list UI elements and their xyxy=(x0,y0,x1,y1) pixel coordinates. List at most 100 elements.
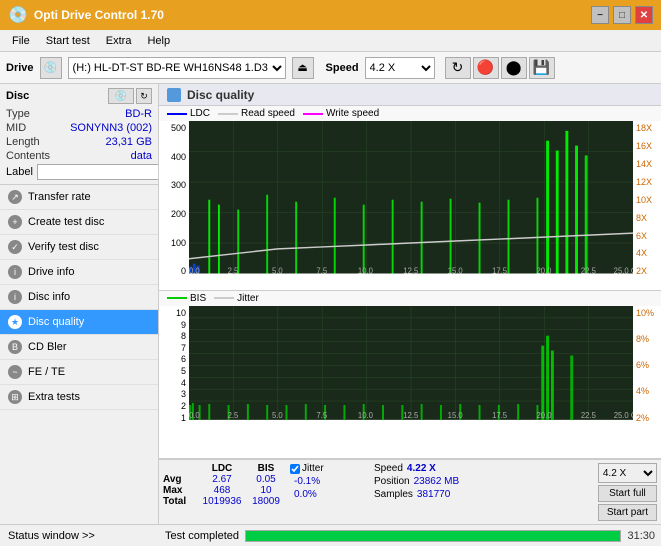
jitter-check-row: Jitter xyxy=(290,463,370,474)
sidebar-item-disc-info[interactable]: i Disc info xyxy=(0,285,158,310)
sidebar: Disc 💿 ↻ Type BD-R MID SONYNN3 (002) Len… xyxy=(0,84,159,524)
legend-jitter: Jitter xyxy=(214,293,259,304)
lower-y-axis-right: 10% 8% 6% 4% 2% xyxy=(633,306,661,425)
lower-chart-container: BIS Jitter 10 9 8 7 6 5 4 xyxy=(159,291,661,459)
stats-table: LDC BIS Avg 2.67 0.05 Max 468 10 Total xyxy=(163,463,286,507)
legend-ldc: LDC xyxy=(167,108,210,119)
sidebar-item-extra-tests[interactable]: ⊞ Extra tests xyxy=(0,385,158,410)
bis-color xyxy=(167,297,187,299)
sidebar-item-verify-test-disc[interactable]: ✓ Verify test disc xyxy=(0,235,158,260)
drivebar: Drive 💿 (H:) HL-DT-ST BD-RE WH16NS48 1.D… xyxy=(0,52,661,84)
speed-select[interactable]: 4.2 X xyxy=(365,57,435,79)
sidebar-item-drive-info[interactable]: i Drive info xyxy=(0,260,158,285)
dq-header-icon xyxy=(167,88,181,102)
quality-speed-select[interactable]: 4.2 X xyxy=(598,463,657,483)
charts-area: LDC Read speed Write speed 500 400 xyxy=(159,106,661,524)
svg-text:17.5: 17.5 xyxy=(492,411,508,420)
disc-refresh-btn[interactable]: ↻ xyxy=(136,88,152,104)
stats-bar: LDC BIS Avg 2.67 0.05 Max 468 10 Total xyxy=(159,459,661,524)
disc-length-row: Length 23,31 GB xyxy=(6,136,152,148)
statusbar: Status window >> Test completed 31:30 xyxy=(0,524,661,546)
total-label: Total xyxy=(163,496,198,507)
avg-ldc: 2.67 xyxy=(198,474,246,485)
svg-text:12.5: 12.5 xyxy=(403,411,419,420)
drive-select[interactable]: (H:) HL-DT-ST BD-RE WH16NS48 1.D3 xyxy=(68,57,286,79)
toolbar-btn-save[interactable]: 💾 xyxy=(529,57,555,79)
svg-text:25.0 GB: 25.0 GB xyxy=(614,266,633,275)
avg-bis: 0.05 xyxy=(246,474,286,485)
extra-tests-icon: ⊞ xyxy=(8,390,22,404)
disc-info-icon: i xyxy=(8,290,22,304)
sidebar-item-transfer-rate[interactable]: ↗ Transfer rate xyxy=(0,185,158,210)
menu-start-test[interactable]: Start test xyxy=(38,33,98,49)
sidebar-item-create-test-disc[interactable]: + Create test disc xyxy=(0,210,158,235)
start-full-button[interactable]: Start full xyxy=(598,485,657,502)
status-window-btn[interactable]: Status window >> xyxy=(0,530,159,542)
jitter-color xyxy=(214,297,234,299)
avg-label: Avg xyxy=(163,474,198,485)
disc-type-row: Type BD-R xyxy=(6,108,152,120)
maximize-button[interactable]: □ xyxy=(613,6,631,24)
legend-bis: BIS xyxy=(167,293,206,304)
total-ldc: 1019936 xyxy=(198,496,246,507)
toolbar-buttons: ↻ 🔴 ⬤ 💾 xyxy=(445,57,555,79)
toolbar-btn-2[interactable]: 🔴 xyxy=(473,57,499,79)
sidebar-item-fe-te[interactable]: ~ FE / TE xyxy=(0,360,158,385)
minimize-button[interactable]: − xyxy=(591,6,609,24)
ldc-color xyxy=(167,113,187,115)
legend-write-speed: Write speed xyxy=(303,108,379,119)
speed-value: 4.22 X xyxy=(407,463,436,474)
menubar: File Start test Extra Help xyxy=(0,30,661,52)
app-title: Opti Drive Control 1.70 xyxy=(34,8,591,22)
window-controls: − □ ✕ xyxy=(591,6,653,24)
app-icon: 💿 xyxy=(8,5,28,25)
bis-header: BIS xyxy=(246,463,286,474)
lower-y-axis-left: 10 9 8 7 6 5 4 3 2 1 xyxy=(159,306,189,425)
disc-panel: Disc 💿 ↻ Type BD-R MID SONYNN3 (002) Len… xyxy=(0,84,158,185)
position-value: 23862 MB xyxy=(414,476,460,487)
svg-text:2.5: 2.5 xyxy=(228,411,239,420)
write-speed-color xyxy=(303,113,323,115)
start-part-button[interactable]: Start part xyxy=(598,504,657,521)
disc-quality-icon: ★ xyxy=(8,315,22,329)
lower-chart-inner: 0.0 2.5 5.0 7.5 10.0 12.5 15.0 17.5 20.0… xyxy=(189,306,633,425)
disc-header-label: Disc xyxy=(6,90,29,102)
progress-bar-inner xyxy=(246,531,620,541)
svg-text:0.0: 0.0 xyxy=(189,266,200,275)
upper-chart-container: LDC Read speed Write speed 500 400 xyxy=(159,106,661,291)
upper-chart-svg: 0.0 2.5 5.0 7.5 10.0 12.5 15.0 17.5 20.0… xyxy=(189,121,633,278)
close-button[interactable]: ✕ xyxy=(635,6,653,24)
menu-extra[interactable]: Extra xyxy=(98,33,140,49)
menu-help[interactable]: Help xyxy=(139,33,178,49)
disc-label-input[interactable] xyxy=(37,164,159,180)
svg-text:20.0: 20.0 xyxy=(536,411,552,420)
samples-row: Samples 381770 xyxy=(374,489,459,500)
svg-text:22.5: 22.5 xyxy=(581,266,596,275)
toolbar-btn-3[interactable]: ⬤ xyxy=(501,57,527,79)
drive-label: Drive xyxy=(6,62,34,74)
jitter-checkbox[interactable] xyxy=(290,464,300,474)
status-time: 31:30 xyxy=(627,530,655,542)
disc-quality-header: Disc quality xyxy=(159,84,661,106)
svg-text:20.0: 20.0 xyxy=(536,266,552,275)
sidebar-item-disc-quality[interactable]: ★ Disc quality xyxy=(0,310,158,335)
disc-icon-btn[interactable]: 💿 xyxy=(108,88,134,104)
avg-jitter: -0.1% xyxy=(290,476,370,487)
svg-text:12.5: 12.5 xyxy=(403,266,418,275)
svg-text:7.5: 7.5 xyxy=(316,411,327,420)
eject-button[interactable]: ⏏ xyxy=(292,57,314,79)
total-bis: 18009 xyxy=(246,496,286,507)
upper-y-axis-left: 500 400 300 200 100 0 xyxy=(159,121,189,278)
svg-text:5.0: 5.0 xyxy=(272,411,283,420)
titlebar: 💿 Opti Drive Control 1.70 − □ ✕ xyxy=(0,0,661,30)
toolbar-btn-1[interactable]: ↻ xyxy=(445,57,471,79)
svg-text:17.5: 17.5 xyxy=(492,266,507,275)
upper-y-axis-right: 18X 16X 14X 12X 10X 8X 6X 4X 2X xyxy=(633,121,661,278)
menu-file[interactable]: File xyxy=(4,33,38,49)
verify-test-disc-icon: ✓ xyxy=(8,240,22,254)
max-ldc: 468 xyxy=(198,485,246,496)
sidebar-item-cd-bler[interactable]: B CD Bler xyxy=(0,335,158,360)
status-right: Test completed 31:30 xyxy=(159,530,661,542)
action-section: 4.2 X Start full Start part xyxy=(598,463,657,521)
drive-info-icon: i xyxy=(8,265,22,279)
